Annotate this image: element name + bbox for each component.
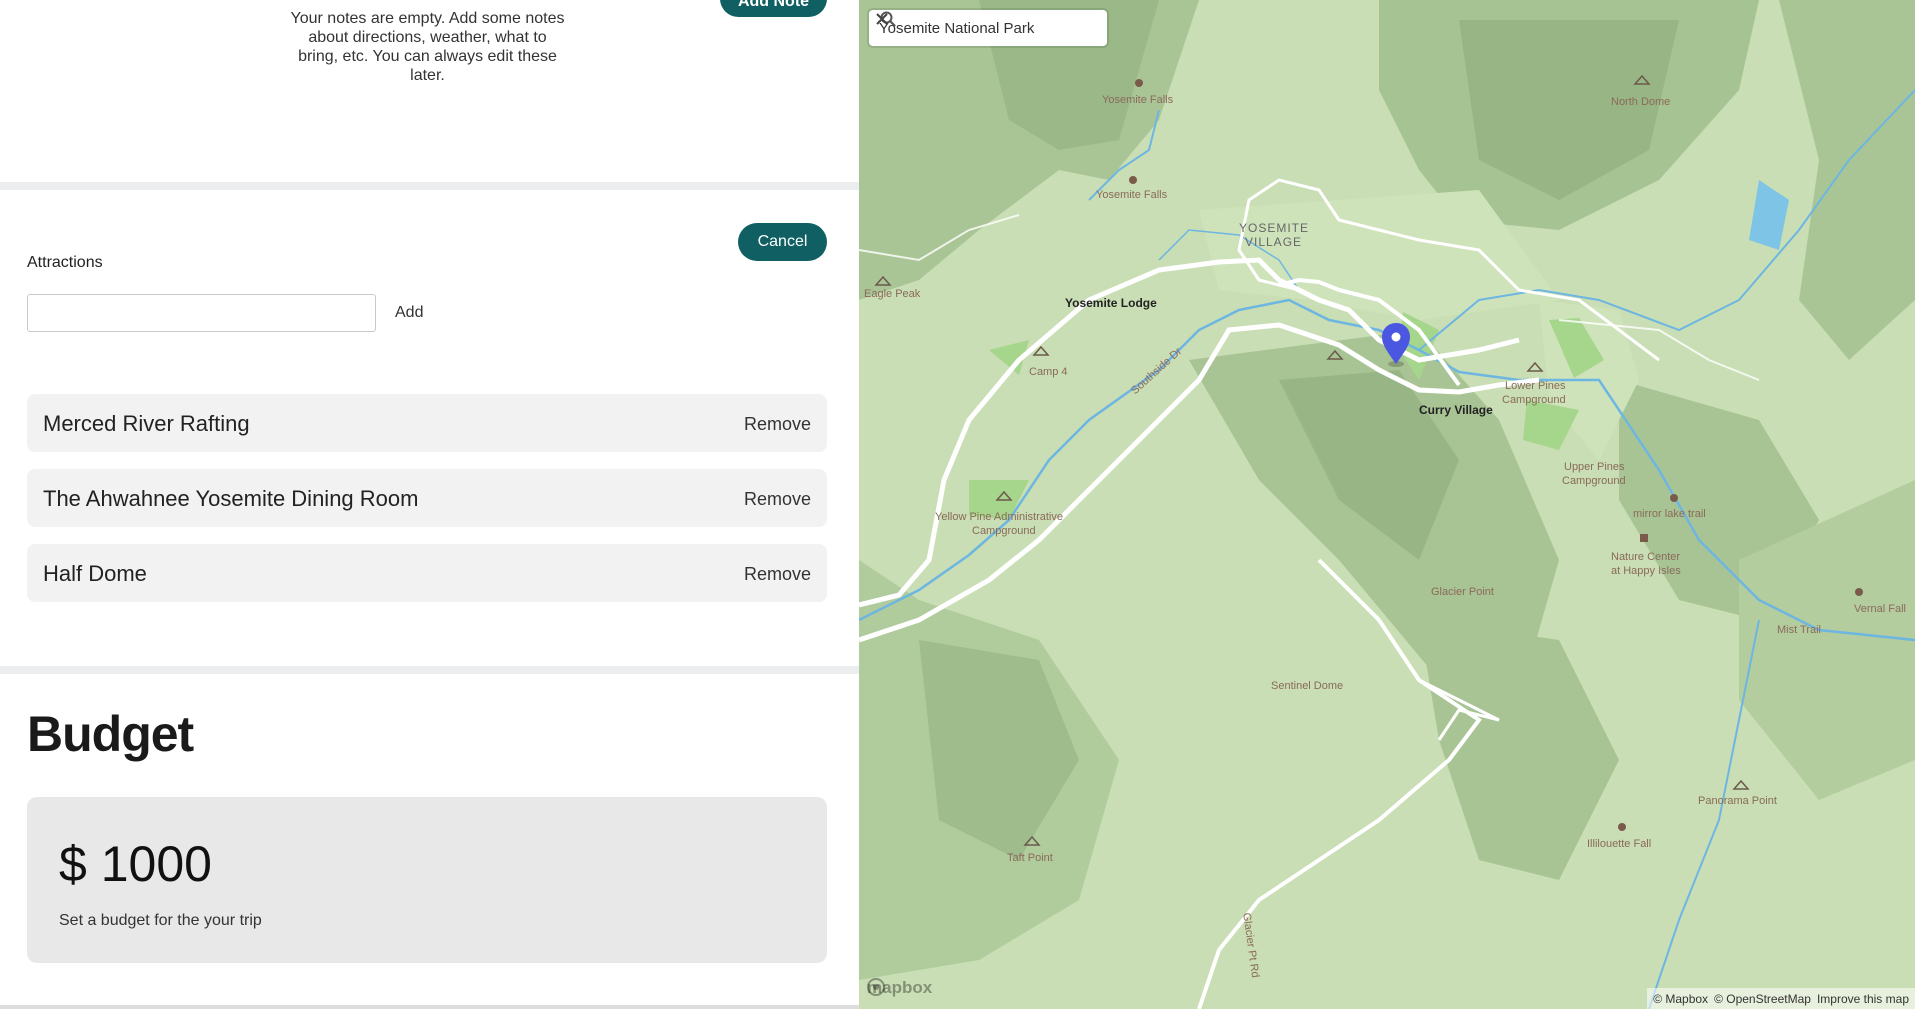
map-label-yosemite-village: YOSEMITE xyxy=(1239,221,1310,235)
add-note-button[interactable]: Add Note xyxy=(720,0,827,17)
map-search-input[interactable] xyxy=(877,18,1049,38)
trip-details-panel: Add Note Your notes are empty. Add some … xyxy=(0,0,859,1009)
budget-amount: $ 1000 xyxy=(59,836,212,892)
map-attribution: © Mapbox © OpenStreetMap Improve this ma… xyxy=(1647,988,1915,1009)
mapbox-logo[interactable]: mapbox xyxy=(867,978,932,998)
map-label-upper-pines: Campground xyxy=(1562,475,1626,487)
map-label-yosemite-lodge: Yosemite Lodge xyxy=(1065,296,1157,310)
map-label-vernal-fall: Vernal Fall xyxy=(1854,603,1906,615)
map-view[interactable]: Yosemite Falls Yosemite Falls North Dome… xyxy=(859,0,1915,1009)
remove-attraction-button[interactable]: Remove xyxy=(744,489,811,510)
terrain-ridge xyxy=(1779,0,1915,360)
map-label-curry-village: Curry Village xyxy=(1419,403,1493,417)
map-label-yellow-pine: Campground xyxy=(972,525,1036,537)
map-label-yosemite-village: VILLAGE xyxy=(1245,235,1303,249)
attraction-item: Half Dome Remove xyxy=(27,544,827,602)
map-label-lower-pines: Campground xyxy=(1502,394,1566,406)
remove-attraction-button[interactable]: Remove xyxy=(744,564,811,585)
map-label-nature-center: Nature Center xyxy=(1611,551,1681,563)
attribution-mapbox-link[interactable]: © Mapbox xyxy=(1653,992,1708,1006)
mapbox-logo-icon xyxy=(867,978,885,996)
bottom-strip xyxy=(0,1005,859,1009)
budget-card[interactable]: $ 1000 Set a budget for the your trip xyxy=(27,797,827,963)
map-label-camp4: Camp 4 xyxy=(1029,366,1068,378)
map-label-upper-pines: Upper Pines xyxy=(1564,461,1625,473)
attraction-name: Half Dome xyxy=(43,561,147,586)
attraction-name: The Ahwahnee Yosemite Dining Room xyxy=(43,486,419,511)
attractions-label: Attractions xyxy=(27,254,103,271)
section-divider xyxy=(0,182,859,190)
attraction-item: Merced River Rafting Remove xyxy=(27,394,827,452)
attraction-input[interactable] xyxy=(27,294,376,332)
map-label-yosemite-falls: Yosemite Falls xyxy=(1102,94,1174,106)
add-attraction-button[interactable]: Add xyxy=(395,304,423,322)
lake xyxy=(1749,180,1789,250)
close-icon[interactable] xyxy=(873,10,891,28)
improve-map-link[interactable]: Improve this map xyxy=(1817,992,1909,1006)
map-label-sentinel-dome: Sentinel Dome xyxy=(1271,680,1344,692)
map-label-eagle-peak: Eagle Peak xyxy=(864,288,921,300)
notes-empty-message: Your notes are empty. Add some notes abo… xyxy=(290,10,565,84)
map-label-panorama-point: Panorama Point xyxy=(1698,795,1777,807)
map-label-yosemite-falls: Yosemite Falls xyxy=(1096,189,1168,201)
cancel-button[interactable]: Cancel xyxy=(738,223,827,261)
attribution-osm-link[interactable]: © OpenStreetMap xyxy=(1714,992,1811,1006)
map-label-glacier-point: Glacier Point xyxy=(1431,586,1494,598)
section-divider xyxy=(0,666,859,674)
budget-note: Set a budget for the your trip xyxy=(59,912,262,929)
budget-title: Budget xyxy=(27,706,194,762)
map-search-box xyxy=(869,10,1107,46)
map-label-mist-trail: Mist Trail xyxy=(1777,624,1821,636)
map-label-yellow-pine: Yellow Pine Administrative xyxy=(935,511,1063,523)
map-label-illilouette-fall: Illilouette Fall xyxy=(1587,838,1652,850)
map-label-mirror-lake-trail: mirror lake trail xyxy=(1633,508,1706,520)
map-label-lower-pines: Lower Pines xyxy=(1505,380,1566,392)
map-label-taft-point: Taft Point xyxy=(1007,852,1053,864)
map-label-nature-center: at Happy Isles xyxy=(1611,565,1681,577)
attraction-name: Merced River Rafting xyxy=(43,411,250,436)
map-label-north-dome: North Dome xyxy=(1611,96,1671,108)
attraction-item: The Ahwahnee Yosemite Dining Room Remove xyxy=(27,469,827,527)
remove-attraction-button[interactable]: Remove xyxy=(744,414,811,435)
